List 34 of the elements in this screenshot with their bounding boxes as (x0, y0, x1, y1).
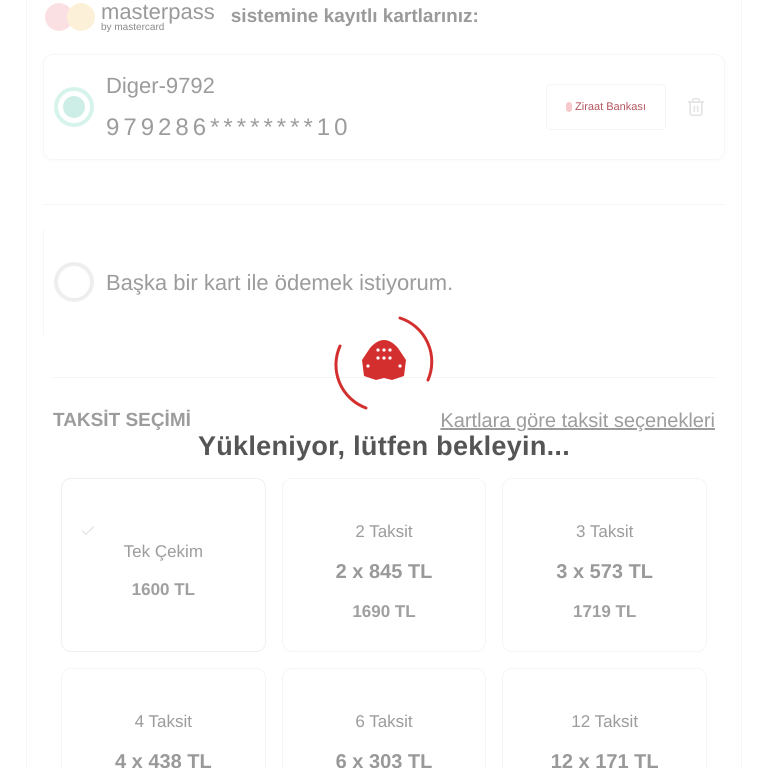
option-monthly: 4 x 438 TL (114, 750, 212, 768)
installment-title: TAKSİT SEÇİMİ (53, 408, 191, 433)
logo-text: masterpass (101, 1, 215, 23)
card-name: Diger-9792 (106, 72, 216, 100)
radio-button[interactable] (54, 87, 94, 127)
other-card-label: Başka bir kart ile ödemek istiyorum. (106, 268, 454, 297)
option-monthly: 3 x 573 TL (556, 560, 654, 584)
logo-subtext: by mastercard (101, 23, 164, 33)
section-title: sistemine kayıtlı kartlarınız: (230, 4, 479, 29)
installment-option[interactable]: 4 Taksit 4 x 438 TL (61, 668, 266, 768)
option-label: 3 Taksit (576, 521, 634, 543)
option-monthly: 6 x 303 TL (336, 750, 432, 768)
card-number: 979286********10 (106, 112, 352, 142)
bank-name: Ziraat Bankası (575, 100, 646, 115)
other-card-option[interactable]: Başka bir kart ile ödemek istiyorum. (43, 229, 725, 335)
option-label: 4 Taksit (134, 711, 192, 733)
option-label: 6 Taksit (355, 711, 413, 733)
option-total: 1719 TL (573, 600, 636, 622)
delete-icon[interactable] (686, 97, 706, 117)
installment-option[interactable]: 3 Taksit 3 x 573 TL 1719 TL (502, 478, 707, 652)
option-monthly: 12 x 171 TL (550, 750, 659, 768)
installment-option[interactable]: 2 Taksit 2 x 845 TL 1690 TL (282, 478, 486, 652)
logo-icon (43, 2, 97, 32)
installment-option[interactable]: Tek Çekim 1600 TL (61, 478, 266, 652)
saved-card[interactable]: Diger-9792 979286********10 Ziraat Bankası (43, 54, 725, 160)
option-label: 2 Taksit (355, 521, 413, 543)
installment-option[interactable]: 6 Taksit 6 x 303 TL (282, 668, 486, 768)
option-label: Tek Çekim (124, 541, 203, 563)
installment-option[interactable]: 12 Taksit 12 x 171 TL (502, 668, 707, 768)
option-total: 1690 TL (352, 600, 416, 622)
option-monthly: 2 x 845 TL (336, 560, 432, 584)
option-label: 12 Taksit (571, 711, 638, 733)
option-total: 1600 TL (132, 578, 195, 600)
bank-logo-icon (566, 102, 572, 112)
